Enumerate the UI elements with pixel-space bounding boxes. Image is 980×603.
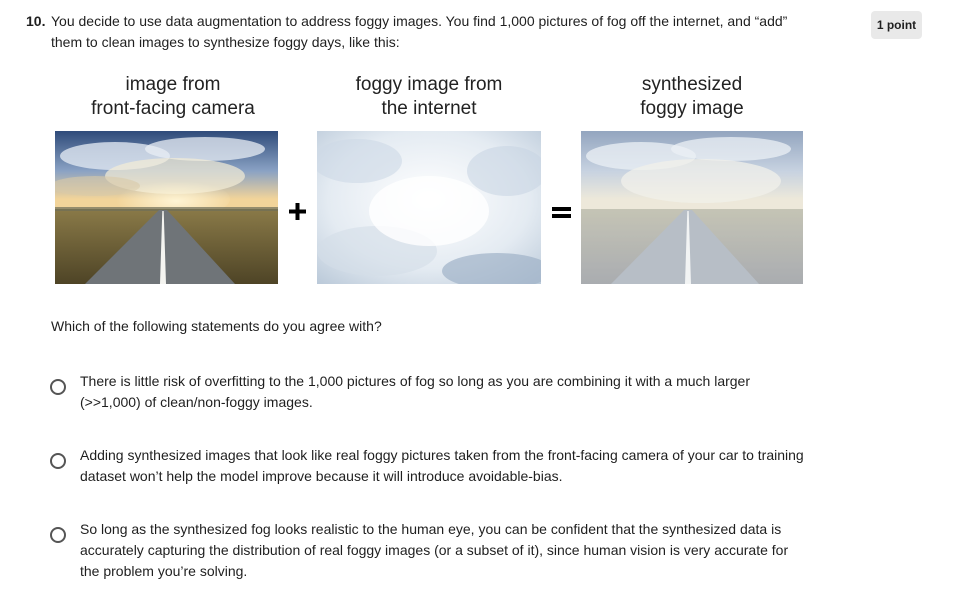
caption-fog-line1: foggy image from (355, 74, 503, 95)
caption-fog-line2: the internet (381, 98, 477, 119)
synthesized-image (581, 131, 803, 284)
question-prompt: Which of the following statements do you… (51, 318, 382, 334)
caption-camera: image from front-facing camera (53, 73, 293, 121)
radio-button[interactable] (50, 527, 66, 543)
radio-button[interactable] (50, 379, 66, 395)
answer-option-text[interactable]: There is little risk of overfitting to t… (80, 371, 810, 413)
plus-icon (289, 203, 306, 225)
caption-synthesized-line2: foggy image (640, 98, 744, 119)
question-text: You decide to use data augmentation to a… (51, 13, 788, 50)
caption-camera-line1: image from (125, 74, 221, 95)
radio-button[interactable] (50, 453, 66, 469)
caption-synthesized-line1: synthesized (641, 74, 743, 95)
question-number: 10. (26, 13, 46, 29)
caption-fog: foggy image from the internet (309, 73, 549, 121)
answer-option-text[interactable]: Adding synthesized images that look like… (80, 445, 810, 487)
road-image (55, 131, 278, 284)
points-badge: 1 point (871, 11, 922, 39)
equals-icon (552, 206, 571, 224)
caption-synthesized: synthesized foggy image (572, 73, 812, 121)
caption-camera-line2: front-facing camera (91, 98, 255, 119)
fog-image (317, 131, 541, 284)
answer-option-text[interactable]: So long as the synthesized fog looks rea… (80, 519, 810, 582)
